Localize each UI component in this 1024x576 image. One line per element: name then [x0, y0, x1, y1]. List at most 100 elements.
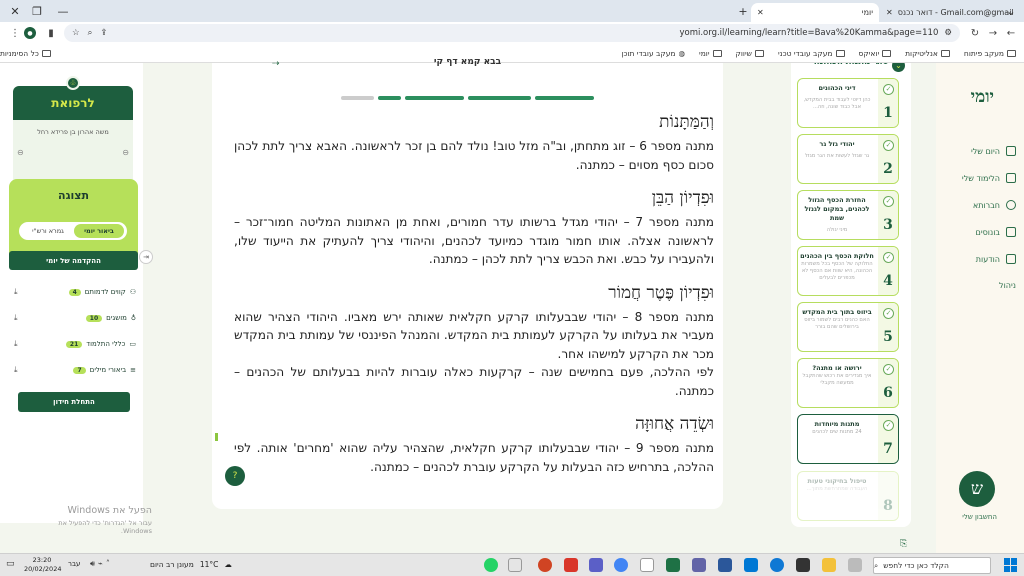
book-icon: ▭ — [129, 340, 136, 348]
site-info-icon[interactable]: ⚙ — [944, 28, 952, 38]
app-icon[interactable] — [508, 558, 522, 572]
app-icon[interactable] — [692, 558, 706, 572]
chapter-card[interactable]: 6 ✓ ירושה או מתנה? איך מגדירים את רכוש שהת… — [797, 358, 899, 408]
site-logo[interactable]: יומי — [971, 87, 994, 107]
progress-segment — [341, 96, 374, 100]
chapter-card[interactable]: 4 ✓ חלוקת הכסף בין הכהנים החלוקה של הכסף ב… — [797, 246, 899, 296]
tray-icons[interactable]: 🔊︎⌁˄ — [90, 559, 113, 569]
share-icon[interactable]: ⇪ — [100, 28, 107, 38]
bookmark-all[interactable]: כל הסימניות — [0, 49, 51, 58]
start-button-icon[interactable] — [1004, 558, 1018, 572]
nav-item-my-learning[interactable]: הלימוד שלי — [946, 173, 1016, 183]
check-icon: ✓ — [883, 84, 894, 95]
my-account-label[interactable]: החשבון שלי — [962, 513, 997, 521]
intro-button[interactable]: ההקדמה של יומי — [9, 251, 138, 270]
user-avatar[interactable]: ש — [959, 471, 995, 507]
nav-item-messages[interactable]: הודעות — [946, 254, 1016, 264]
start-quiz-button[interactable]: התחלת חידון — [18, 392, 130, 412]
chapter-card-active[interactable]: 7 ✓ מתנות מיוחדות 24 מתנות שים לכהנים — [797, 414, 899, 464]
tab-yomi[interactable]: ✕ יומי — [751, 3, 879, 22]
bookmark-item[interactable]: אנליטיקות — [905, 49, 950, 58]
new-tab-icon[interactable]: + — [728, 0, 758, 22]
search-icon: ⌕ — [874, 560, 879, 570]
app-icon[interactable] — [640, 558, 654, 572]
resource-row[interactable]: ⤓ 21 כללי התלמוד ▭ — [14, 337, 136, 351]
progress-segment — [405, 96, 464, 100]
address-bar[interactable]: ☆ ⌕ ⇪ yomi.org.il/learning/learn?title=B… — [64, 24, 960, 42]
check-icon: ✓ — [883, 196, 894, 207]
dedication-card: לרפואת ♧ משה אהרון בן פרידא רחל ⊖ ⊖ — [13, 76, 133, 186]
powerpoint-icon[interactable] — [538, 558, 552, 572]
resource-row[interactable]: ⤓ 7 ביאורי מילים ≡ — [14, 363, 136, 377]
bookmark-item[interactable]: יואיקס — [859, 49, 892, 58]
chapter-card[interactable]: 2 ✓ יהודי גזל גר גר שגזל לעשות את הגר מגזל — [797, 134, 899, 184]
nav-item-admin[interactable]: ניהול — [946, 281, 1016, 290]
sidebar-toggle-icon[interactable]: ▮ — [42, 24, 60, 42]
tab-search-icon[interactable]: ⌄ — [996, 0, 1024, 22]
bookmark-item[interactable]: מעקב פיתוח — [964, 49, 1016, 58]
resource-row[interactable]: ⤓ 10 מושגים ♁ — [14, 311, 136, 325]
bookmark-item[interactable]: שיווק — [736, 49, 764, 58]
people-icon: ⚇ — [129, 288, 136, 296]
action-fab-icon[interactable]: ? — [225, 466, 245, 486]
weather-widget[interactable]: מעונן רב היום 11°C ☁ — [150, 560, 232, 569]
dictionary-icon: ≡ — [130, 366, 136, 374]
edge-icon[interactable] — [770, 558, 784, 572]
forward-icon[interactable]: → — [984, 24, 1002, 42]
share-icon[interactable]: ⇢ — [272, 59, 280, 69]
taskbar-search[interactable]: הקלד כאן כדי לחפש ⌕ — [873, 557, 991, 574]
toggle-option[interactable]: גמרא ורש"י — [23, 224, 73, 238]
display-toggle[interactable]: ביאור יומי גמרא ורש"י — [19, 222, 127, 240]
main-content: בבא קמא דף קי ⇢ וְהַמַּתָּנוֹת מתנה מספר… — [212, 57, 723, 509]
folder-icon — [41, 49, 51, 57]
star-icon[interactable]: ☆ — [72, 28, 80, 38]
toggle-option-active[interactable]: ביאור יומי — [74, 224, 124, 238]
nav-item-bonuses[interactable]: בונוסים — [946, 227, 1016, 237]
collapse-panel-icon[interactable]: ⇥ — [139, 250, 153, 264]
download-icon[interactable]: ⤓ — [14, 313, 18, 323]
back-icon[interactable]: ← — [1002, 24, 1020, 42]
chapter-card-locked[interactable]: 8 טיפול בחיקוני טעות העבודה שמתרחשת מתוך.… — [797, 471, 899, 521]
notification-icon[interactable]: ▭ — [6, 559, 15, 569]
nav-item-my-day[interactable]: היום שלי — [946, 146, 1016, 156]
bookmark-icon[interactable]: ⎘ — [900, 539, 907, 549]
calendar-icon — [1006, 146, 1016, 156]
minimize-window-icon[interactable]: — — [48, 0, 78, 22]
next-icon[interactable]: ⊖ — [122, 148, 129, 157]
reload-icon[interactable]: ↻ — [966, 24, 984, 42]
display-title: תצוגה — [58, 189, 89, 202]
app-icon[interactable] — [796, 558, 810, 572]
chrome-icon[interactable] — [614, 558, 628, 572]
download-icon[interactable]: ⤓ — [14, 339, 18, 349]
close-tab-icon[interactable]: ✕ — [757, 8, 764, 17]
search-icon[interactable]: ⌕ — [88, 28, 93, 38]
word-icon[interactable] — [718, 558, 732, 572]
task-view-icon[interactable] — [848, 558, 862, 572]
teams-icon[interactable] — [589, 558, 603, 572]
nav-item-chavruta[interactable]: חברותא — [946, 200, 1016, 210]
download-icon[interactable]: ⤓ — [14, 365, 18, 375]
profile-avatar-icon[interactable]: ● — [24, 27, 36, 39]
chapter-card[interactable]: 3 ✓ החזרת הכסף הגזול לכהנים, במקום לגנזל … — [797, 190, 899, 240]
chapter-card[interactable]: 1 ✓ דיני הכהונים כהן דיוטי לעבוד בבית המקד… — [797, 78, 899, 128]
check-icon: ✓ — [883, 140, 894, 151]
outlook-icon[interactable] — [744, 558, 758, 572]
chapter-card[interactable]: 5 ✓ ביזוס בתוך בית המקדש האם כהנים רבים לש… — [797, 302, 899, 352]
chapter-strip: סוגי מתנות הכהונה ⌄ 1✓ דיני הכהוניםכהן ד… — [791, 63, 911, 527]
file-explorer-icon[interactable] — [822, 558, 836, 572]
resource-row[interactable]: ⤓ 4 קווים לדמותם ⚇ — [14, 285, 136, 299]
dedication-icon: ♧ — [66, 76, 80, 90]
system-clock[interactable]: 23:20 20/02/2024 — [24, 556, 61, 574]
language-indicator[interactable]: עבר — [68, 560, 80, 568]
prev-icon[interactable]: ⊖ — [17, 148, 24, 157]
progress-segment — [378, 96, 401, 100]
acrobat-icon[interactable] — [564, 558, 578, 572]
whatsapp-icon[interactable] — [484, 558, 498, 572]
download-icon[interactable]: ⤓ — [14, 287, 18, 297]
excel-icon[interactable] — [666, 558, 680, 572]
folder-icon — [835, 49, 845, 57]
close-tab-icon[interactable]: ✕ — [886, 8, 893, 17]
menu-icon[interactable]: ⋮ — [6, 24, 24, 42]
page-viewport: יומי היום שלי הלימוד שלי חברותא בונוסים … — [0, 57, 1024, 553]
bookmark-item[interactable]: מעקב עובדי טכני — [778, 49, 845, 58]
